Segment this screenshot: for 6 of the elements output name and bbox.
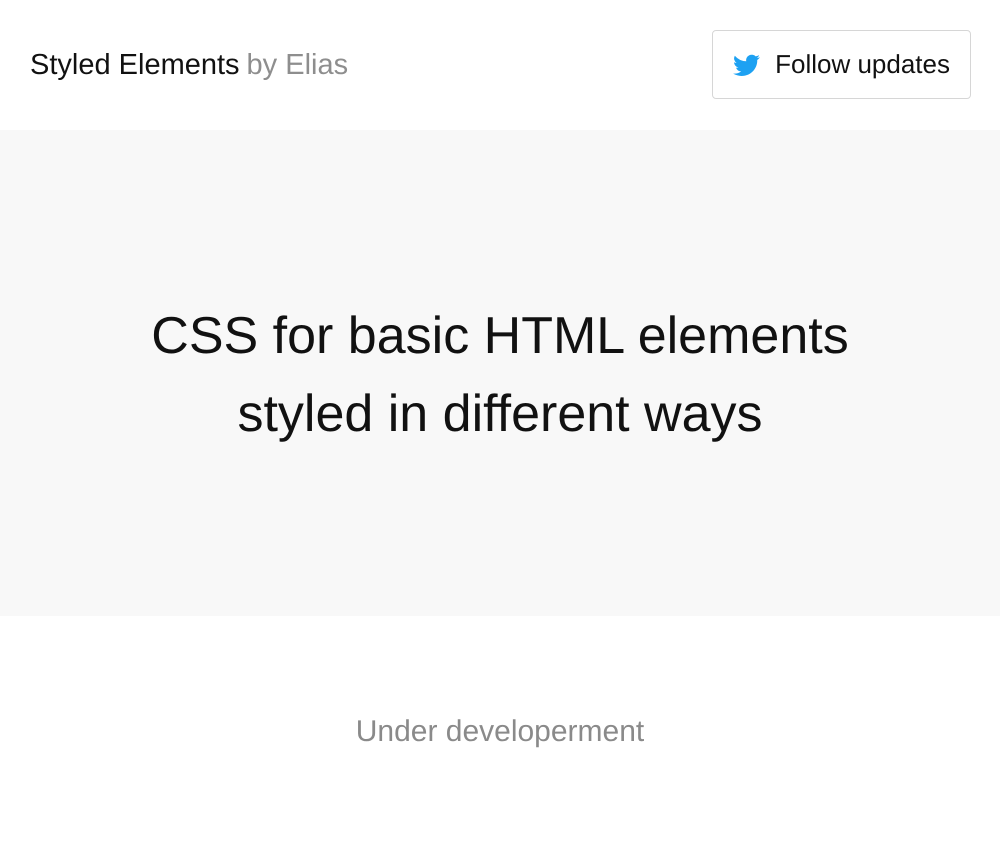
author-byline: by Elias [246, 48, 348, 82]
bird-icon [733, 54, 760, 76]
hero-heading: CSS for basic HTML elements styled in different ways [150, 306, 850, 444]
status-note: Under developerment [356, 714, 644, 750]
site-title: Styled Elements [30, 48, 240, 82]
follow-button[interactable]: Follow updates [712, 30, 971, 99]
